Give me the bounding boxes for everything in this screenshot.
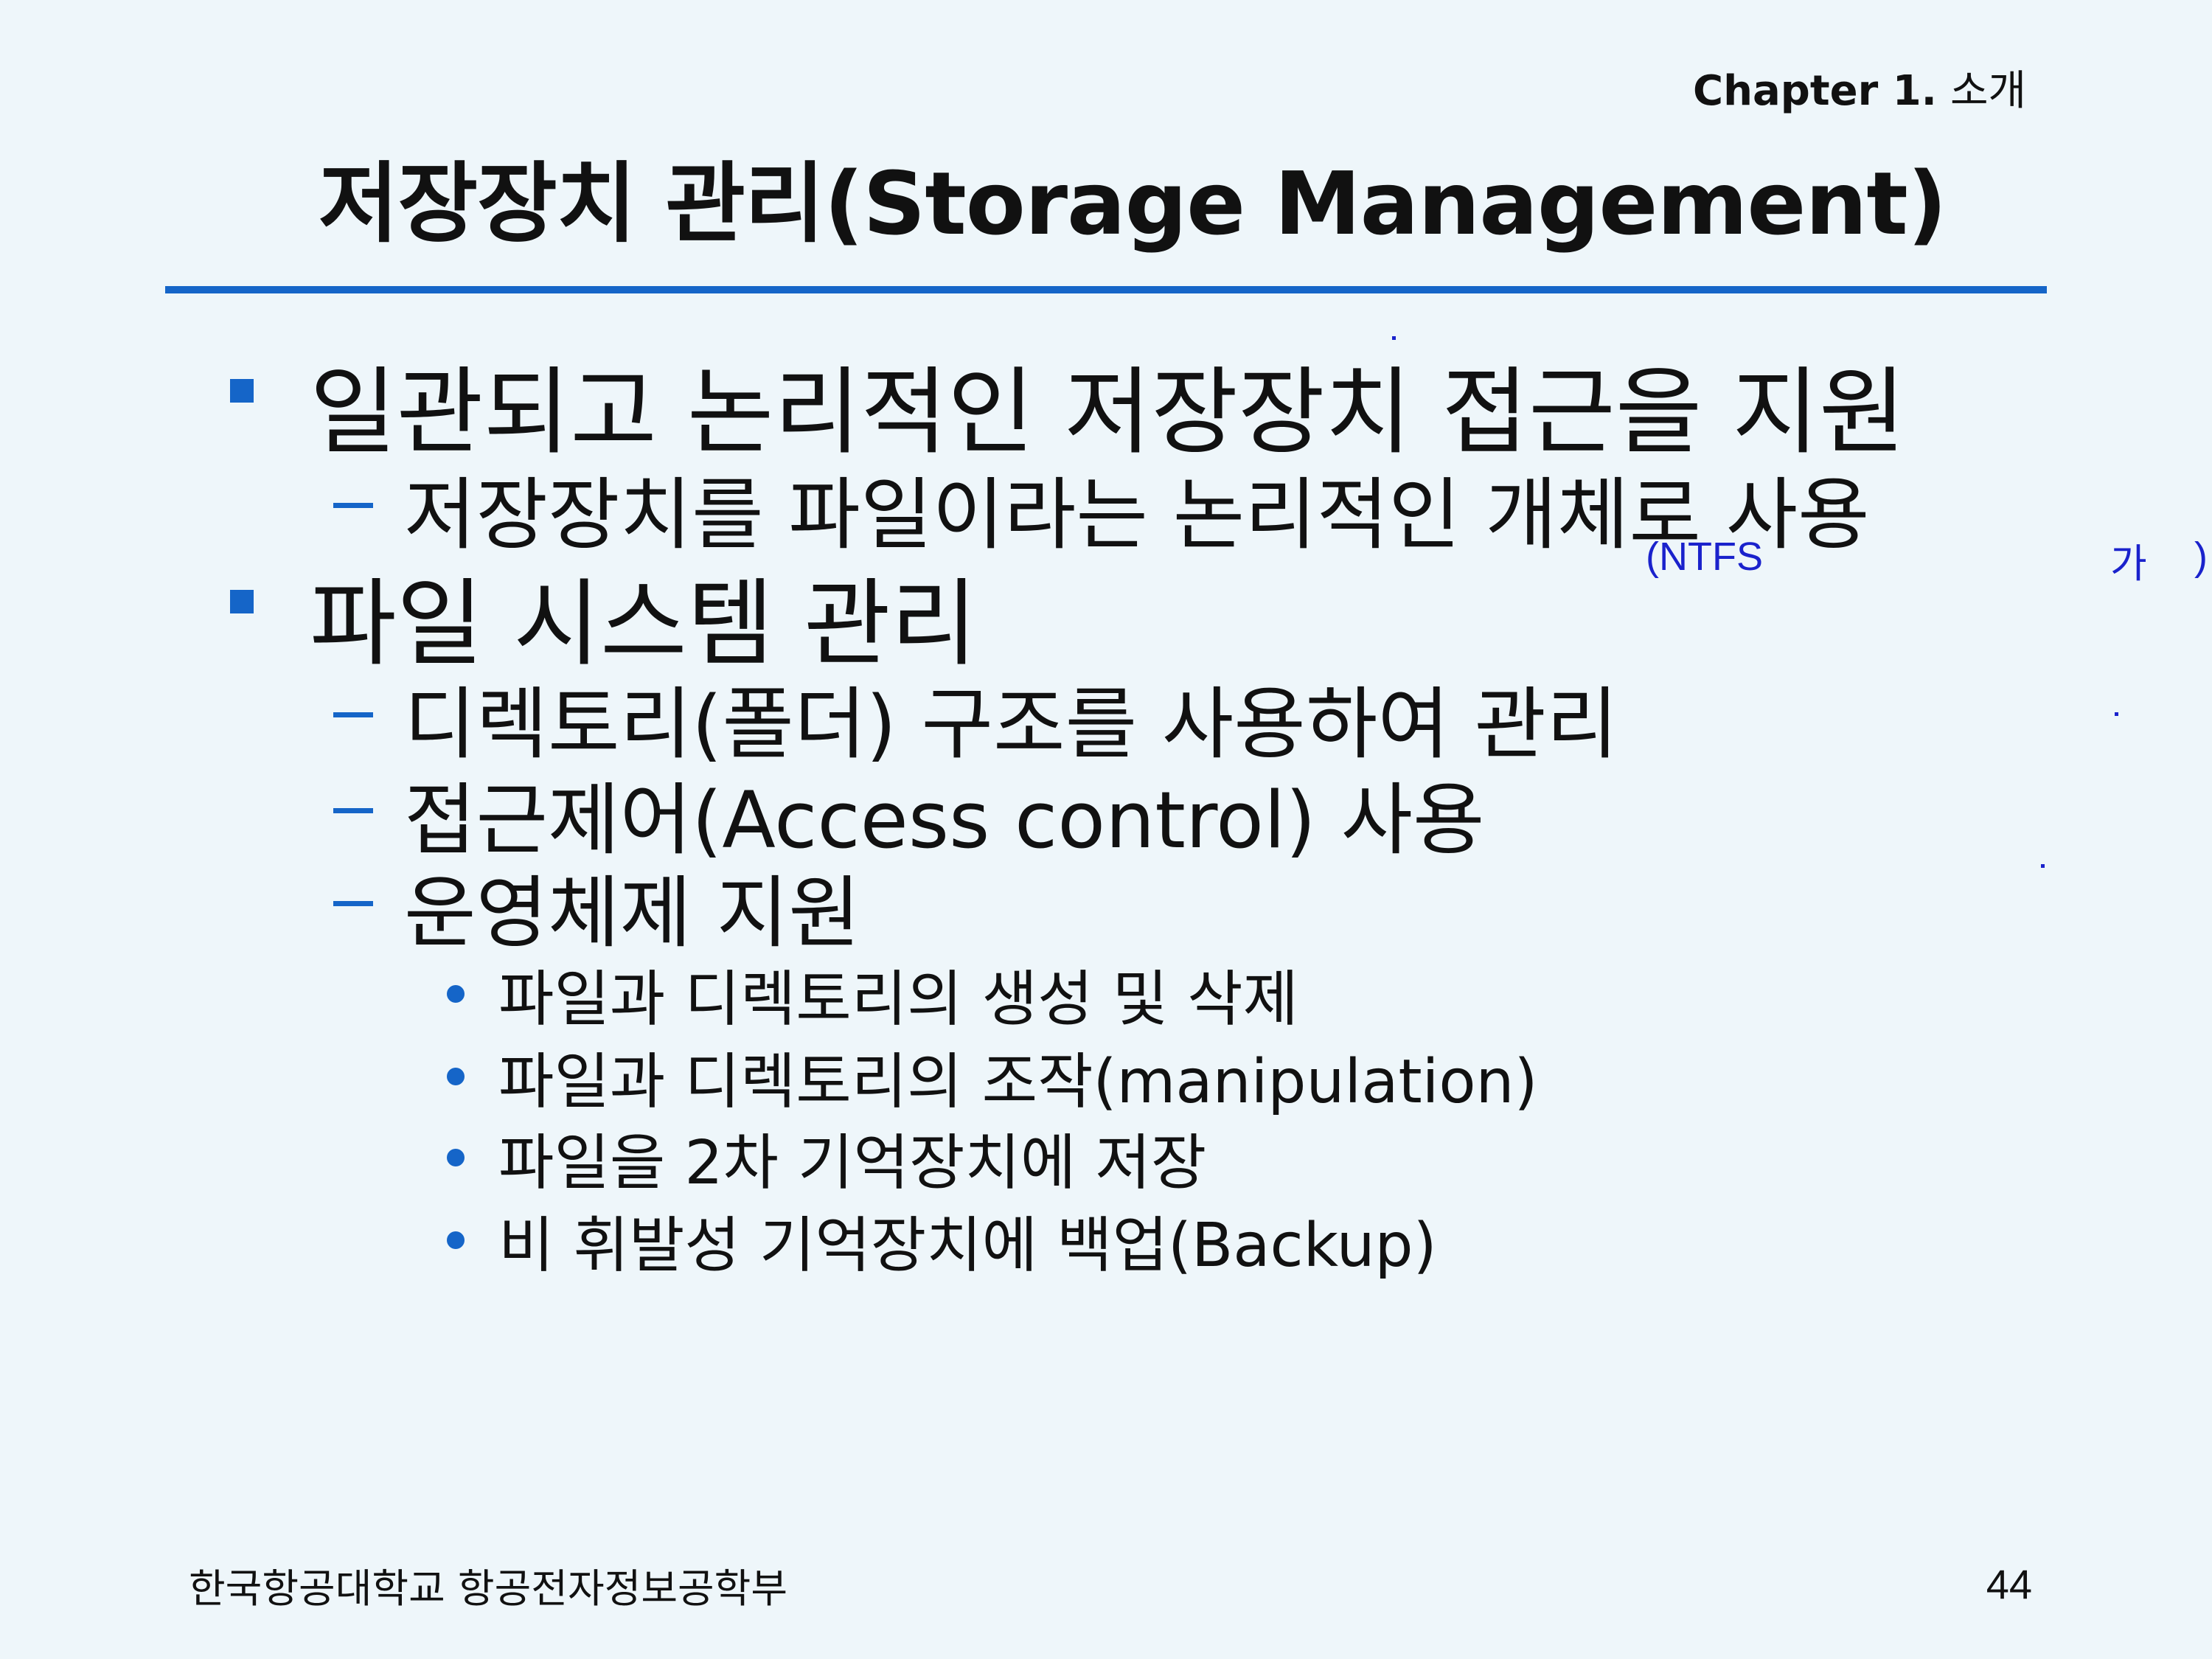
square-bullet-icon [230,379,254,403]
list-item: 파일과 디렉토리의 생성 및 삭제 [498,964,1298,1034]
slide-title: 저장장치 관리(Storage Management) [319,153,1947,254]
dot-bullet-icon [447,1068,465,1085]
slide: Chapter 1. 소개 저장장치 관리(Storage Management)… [0,0,2212,1659]
chapter-name: 소개 [1950,67,2026,115]
list-item: 파일과 디렉토리의 조작(manipulation) [498,1047,1538,1117]
bullet-2-sub-3-text: 운영체제 지원 [404,868,860,959]
dash-bullet-icon [333,712,373,717]
annotation-ntfs: (NTFS [1646,535,1763,579]
footer-institution: 한국항공대학교 항공전자정보공학부 [189,1565,788,1612]
page-number: 44 [1986,1561,2032,1607]
dot-bullet-icon [447,985,465,1003]
annotation-mark [1392,336,1396,340]
chapter-number: Chapter 1. [1693,67,1937,115]
dash-bullet-icon [333,901,373,906]
dot-bullet-icon [447,1231,465,1249]
title-divider [165,286,2047,293]
annotation-mark [2115,712,2118,716]
annotation-ga: 가 [2110,542,2147,586]
chapter-label: Chapter 1. 소개 [1693,58,2026,117]
dot-bullet-icon [447,1149,465,1166]
dash-bullet-icon [333,503,373,508]
list-item: 파일을 2차 기억장치에 저장 [498,1128,1207,1198]
dash-bullet-icon [333,808,373,813]
square-bullet-icon [230,590,254,613]
list-item: 비 휘발성 기억장치에 백업(Backup) [498,1211,1437,1281]
annotation-paren: ) [2194,535,2208,579]
annotation-mark [2041,864,2045,868]
